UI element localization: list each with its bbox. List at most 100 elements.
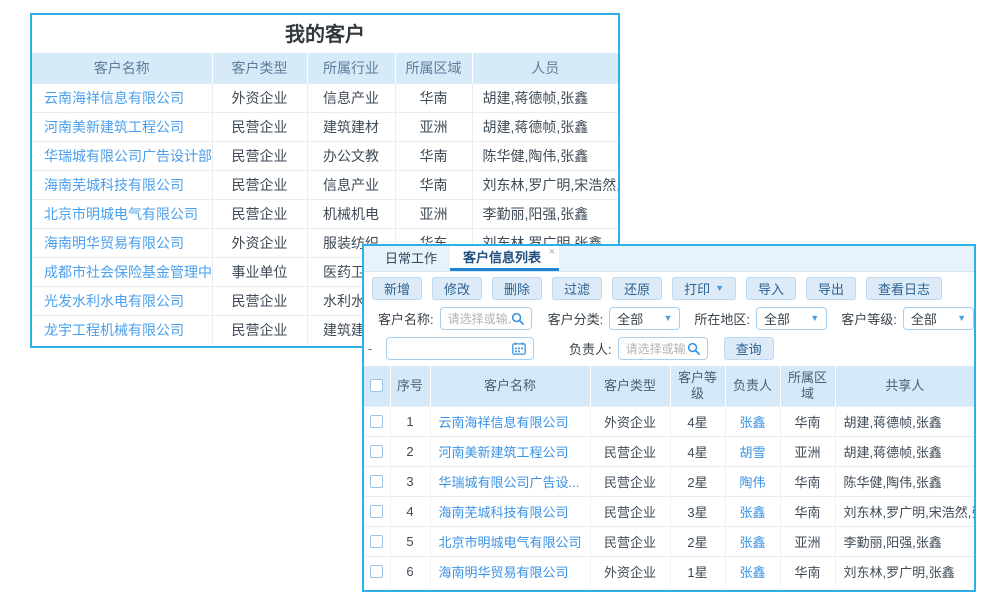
calendar-icon[interactable] <box>512 342 526 355</box>
edit-button[interactable]: 修改 <box>432 277 482 300</box>
add-button[interactable]: 新增 <box>372 277 422 300</box>
filter-button[interactable]: 过滤 <box>552 277 602 300</box>
customer-industry: 建筑建材 <box>307 112 395 141</box>
export-button[interactable]: 导出 <box>806 277 856 300</box>
row-checkbox[interactable] <box>370 565 383 578</box>
column-header-region[interactable]: 所属区域 <box>395 53 472 83</box>
row-select-cell <box>364 436 390 466</box>
row-number: 5 <box>390 526 430 556</box>
customer-name-filter-input[interactable]: 请选择或输入 <box>440 307 532 330</box>
customer-region: 华南 <box>780 406 835 436</box>
grade-filter-label: 客户等级: <box>841 309 897 328</box>
column-header-name[interactable]: 客户名称 <box>32 53 212 83</box>
owner-link[interactable]: 张鑫 <box>725 526 780 556</box>
table-row: 2 河南美新建筑工程公司 民营企业 4星 胡雪 亚洲 胡建,蒋德帧,张鑫 <box>364 436 974 466</box>
caret-down-icon: ▼ <box>715 284 724 293</box>
import-button[interactable]: 导入 <box>746 277 796 300</box>
customer-name-link[interactable]: 北京市明城电气有限公司 <box>32 199 212 228</box>
column-header-type[interactable]: 客户类型 <box>212 53 307 83</box>
customer-grade: 4星 <box>670 436 725 466</box>
customer-name-link[interactable]: 成都市社会保险基金管理中心 <box>32 257 212 286</box>
row-number: 3 <box>390 466 430 496</box>
column-header-staff[interactable]: 人员 <box>472 53 618 83</box>
customer-name-link[interactable]: 海南芜城科技有限公司 <box>430 496 590 526</box>
customer-type: 外资企业 <box>590 406 670 436</box>
customer-region: 华南 <box>395 170 472 199</box>
owner-filter-input[interactable]: 请选择或输入 <box>618 337 708 360</box>
customer-name-link[interactable]: 海南明华贸易有限公司 <box>32 228 212 257</box>
customer-region: 华南 <box>395 83 472 112</box>
table-row: 3 华瑞城有限公司广告设... 民营企业 2星 陶伟 华南 陈华健,陶伟,张鑫 <box>364 466 974 496</box>
row-checkbox[interactable] <box>370 445 383 458</box>
shared-people: 胡建,蒋德帧,张鑫 <box>835 436 974 466</box>
customer-name-link[interactable]: 华瑞城有限公司广告设... <box>430 466 590 496</box>
customer-name-link[interactable]: 河南美新建筑工程公司 <box>32 112 212 141</box>
tab-customer-info-list[interactable]: 客户信息列表 × <box>450 246 559 271</box>
tab-daily-work[interactable]: 日常工作 <box>372 246 450 271</box>
search-icon[interactable] <box>511 312 524 325</box>
owner-link[interactable]: 胡雪 <box>725 436 780 466</box>
customer-industry: 信息产业 <box>307 170 395 199</box>
delete-button[interactable]: 删除 <box>492 277 542 300</box>
close-icon[interactable]: × <box>549 246 555 258</box>
column-header-seq[interactable]: 序号 <box>390 366 430 406</box>
grade-select[interactable]: 全部 ▼ <box>903 307 974 330</box>
shared-people: 李勤丽,阳强,张鑫 <box>835 526 974 556</box>
customer-type: 民营企业 <box>212 286 307 315</box>
restore-button[interactable]: 还原 <box>612 277 662 300</box>
customer-name-link[interactable]: 海南明华贸易有限公司 <box>430 556 590 586</box>
customer-name-link[interactable]: 光发水利水电有限公司 <box>32 286 212 315</box>
customer-name-link[interactable]: 云南海祥信息有限公司 <box>32 83 212 112</box>
query-button[interactable]: 查询 <box>724 337 774 360</box>
area-select[interactable]: 全部 ▼ <box>756 307 827 330</box>
customer-type: 民营企业 <box>590 526 670 556</box>
customer-industry: 机械机电 <box>307 199 395 228</box>
table-row: 河南美新建筑工程公司 民营企业 建筑建材 亚洲 胡建,蒋德帧,张鑫 <box>32 112 618 141</box>
customer-industry: 信息产业 <box>307 83 395 112</box>
customer-list-table: 序号 客户名称 客户类型 客户等级 负责人 所属区域 共享人 1 云南海祥信息有… <box>364 366 974 586</box>
customer-name-link[interactable]: 海南芜城科技有限公司 <box>32 170 212 199</box>
column-header-region[interactable]: 所属区域 <box>780 366 835 406</box>
owner-link[interactable]: 张鑫 <box>725 556 780 586</box>
owner-link[interactable]: 张鑫 <box>725 496 780 526</box>
date-input[interactable] <box>386 337 534 360</box>
customer-grade: 4星 <box>670 406 725 436</box>
select-all-checkbox[interactable] <box>370 379 383 392</box>
row-checkbox[interactable] <box>370 505 383 518</box>
caret-down-icon: ▼ <box>664 314 673 323</box>
table-row: 北京市明城电气有限公司 民营企业 机械机电 亚洲 李勤丽,阳强,张鑫 <box>32 199 618 228</box>
customer-type: 外资企业 <box>590 556 670 586</box>
column-header-owner[interactable]: 负责人 <box>725 366 780 406</box>
shared-people: 刘东林,罗广明,宋浩然,张鑫 <box>835 496 974 526</box>
table-row: 6 海南明华贸易有限公司 外资企业 1星 张鑫 华南 刘东林,罗广明,张鑫 <box>364 556 974 586</box>
row-checkbox[interactable] <box>370 415 383 428</box>
column-header-shared[interactable]: 共享人 <box>835 366 974 406</box>
customer-name-link[interactable]: 云南海祥信息有限公司 <box>430 406 590 436</box>
customer-name-link[interactable]: 北京市明城电气有限公司 <box>430 526 590 556</box>
owner-link[interactable]: 陶伟 <box>725 466 780 496</box>
row-checkbox[interactable] <box>370 535 383 548</box>
customer-name-link[interactable]: 龙宇工程机械有限公司 <box>32 315 212 344</box>
customer-type: 民营企业 <box>590 496 670 526</box>
column-header-type[interactable]: 客户类型 <box>590 366 670 406</box>
customer-category-select[interactable]: 全部 ▼ <box>609 307 680 330</box>
caret-down-icon: ▼ <box>810 314 819 323</box>
print-button[interactable]: 打印 ▼ <box>672 277 736 300</box>
customer-region: 亚洲 <box>780 526 835 556</box>
search-icon[interactable] <box>687 342 700 355</box>
customer-name-link[interactable]: 河南美新建筑工程公司 <box>430 436 590 466</box>
table-row: 云南海祥信息有限公司 外资企业 信息产业 华南 胡建,蒋德帧,张鑫 <box>32 83 618 112</box>
customer-name-link[interactable]: 华瑞城有限公司广告设计部 <box>32 141 212 170</box>
customer-category-filter-label: 客户分类: <box>548 309 604 328</box>
column-header-grade[interactable]: 客户等级 <box>670 366 725 406</box>
owner-link[interactable]: 张鑫 <box>725 406 780 436</box>
customer-staff: 陈华健,陶伟,张鑫 <box>472 141 618 170</box>
customer-region: 华南 <box>780 496 835 526</box>
view-log-button[interactable]: 查看日志 <box>866 277 942 300</box>
row-number: 6 <box>390 556 430 586</box>
caret-down-icon: ▼ <box>957 314 966 323</box>
row-checkbox[interactable] <box>370 475 383 488</box>
column-header-industry[interactable]: 所属行业 <box>307 53 395 83</box>
column-header-name[interactable]: 客户名称 <box>430 366 590 406</box>
row-select-cell <box>364 496 390 526</box>
